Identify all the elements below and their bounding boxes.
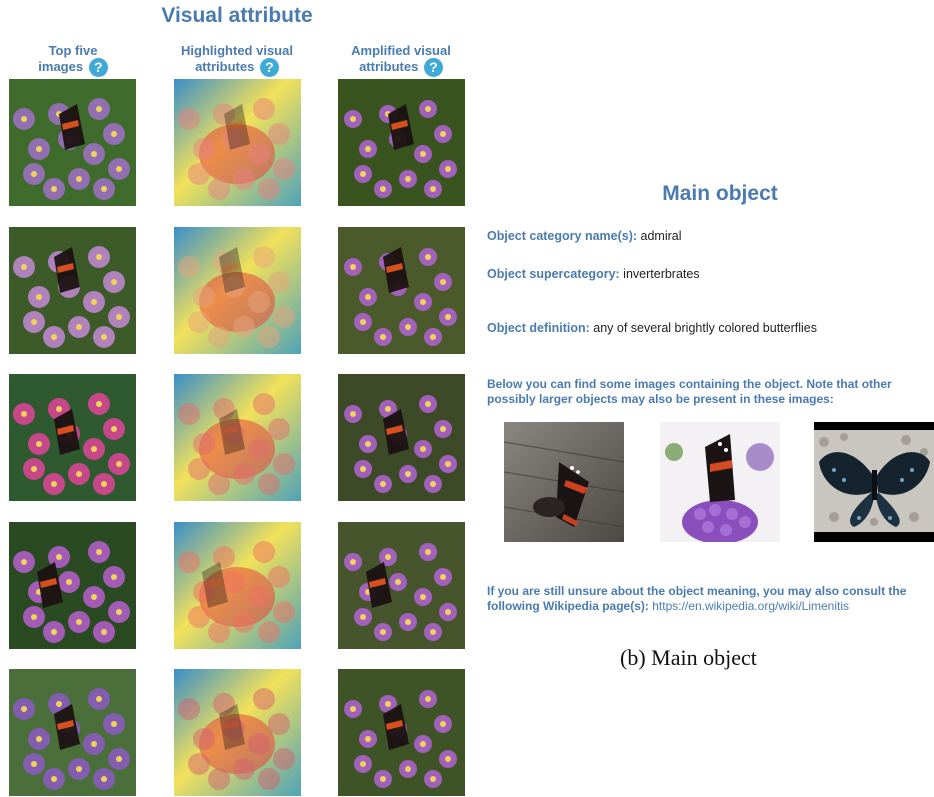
help-icon[interactable]: ? bbox=[423, 58, 443, 77]
category-value: admiral bbox=[640, 229, 682, 243]
amplified-image bbox=[338, 522, 465, 649]
top-image bbox=[9, 669, 136, 796]
top-image bbox=[9, 227, 136, 354]
amplified-image bbox=[338, 374, 465, 501]
figure-caption: (b) Main object bbox=[620, 645, 757, 670]
amplified-image bbox=[338, 669, 465, 796]
top-image bbox=[9, 79, 136, 206]
column-header-line2: images bbox=[38, 58, 84, 74]
example-images-intro: Below you can find some images containin… bbox=[487, 377, 892, 406]
supercategory-row: Object supercategory: inverterbrates bbox=[487, 266, 700, 282]
example-image-2 bbox=[660, 422, 780, 542]
supercategory-value: inverterbrates bbox=[623, 267, 700, 281]
wikipedia-intro: If you are still unsure about the object… bbox=[487, 584, 932, 614]
main-object-title: Main object bbox=[662, 182, 778, 205]
help-icon[interactable]: ? bbox=[259, 58, 279, 77]
column-header-amplified: Amplified visual attributes ? bbox=[331, 43, 471, 77]
amplified-image bbox=[338, 79, 465, 206]
highlighted-image bbox=[174, 79, 301, 206]
column-header-line2: attributes bbox=[195, 58, 255, 74]
visual-attribute-title: Visual attribute bbox=[161, 4, 313, 27]
supercategory-label: Object supercategory: bbox=[487, 267, 620, 281]
highlighted-image bbox=[174, 669, 301, 796]
top-image bbox=[9, 374, 136, 501]
example-image-1 bbox=[504, 422, 624, 542]
definition-value: any of several brightly colored butterfl… bbox=[593, 321, 817, 335]
category-label: Object category name(s): bbox=[487, 229, 638, 243]
top-image bbox=[9, 522, 136, 649]
definition-row: Object definition: any of several bright… bbox=[487, 320, 817, 336]
column-header-top-five: Top five images ? bbox=[3, 43, 143, 77]
column-header-highlighted: Highlighted visual attributes ? bbox=[167, 43, 307, 77]
column-header-line2: attributes bbox=[359, 58, 419, 74]
highlighted-image bbox=[174, 227, 301, 354]
help-icon[interactable]: ? bbox=[88, 58, 108, 77]
column-header-line1: Amplified visual bbox=[351, 43, 451, 58]
amplified-image bbox=[338, 227, 465, 354]
example-image-3 bbox=[814, 422, 934, 542]
wikipedia-link[interactable]: https://en.wikipedia.org/wiki/Limenitis bbox=[652, 599, 849, 613]
column-header-line1: Top five bbox=[48, 43, 98, 58]
column-header-line1: Highlighted visual bbox=[181, 43, 293, 58]
highlighted-image bbox=[174, 374, 301, 501]
highlighted-image bbox=[174, 522, 301, 649]
category-row: Object category name(s): admiral bbox=[487, 228, 682, 244]
definition-label: Object definition: bbox=[487, 321, 590, 335]
